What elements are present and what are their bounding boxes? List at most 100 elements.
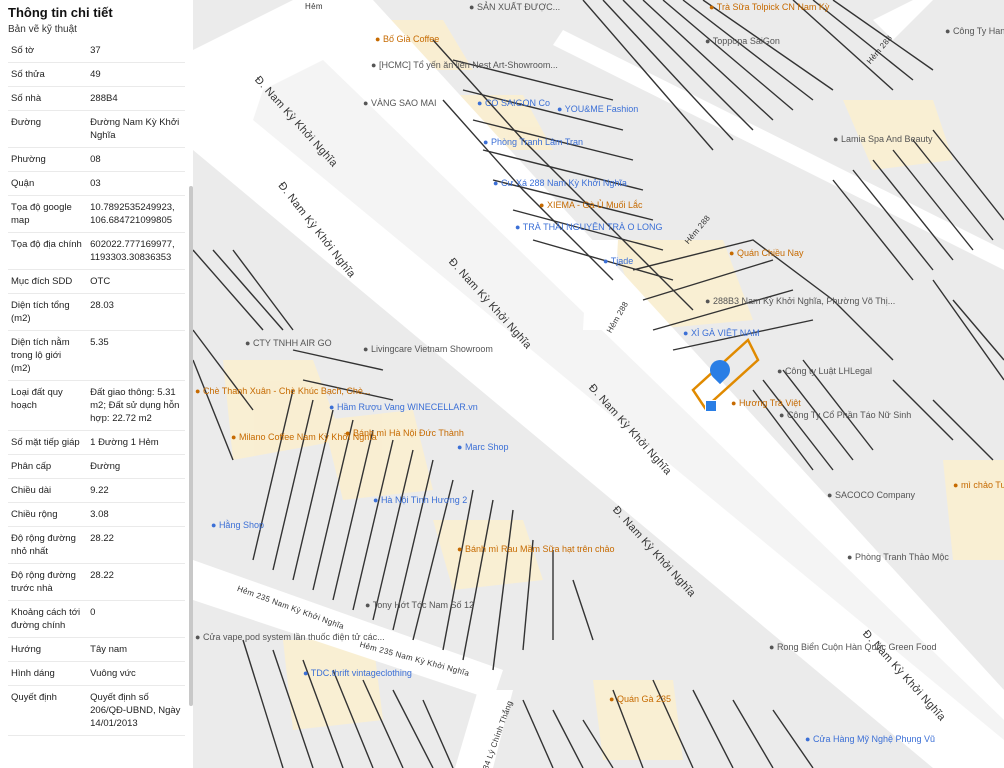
detail-row: Chiều dài 9.22 — [8, 479, 185, 503]
poi-pin-icon: ● — [827, 490, 835, 500]
poi-pin-icon: ● — [557, 104, 565, 114]
detail-key: Số thửa — [11, 69, 45, 80]
poi-marker[interactable]: ● CO SAIGON Co — [477, 98, 550, 108]
poi-label: Công ty Luật LHLegal — [784, 366, 872, 376]
poi-marker[interactable]: ● Công Ty Cổ Phần Táo Nữ Sinh — [779, 410, 911, 420]
poi-marker[interactable]: ● Bố Già Coffee — [375, 34, 439, 44]
poi-label: Quán Chiều Nay — [736, 248, 804, 258]
panel-scrollbar[interactable] — [189, 186, 193, 706]
detail-value: Tây nam — [90, 644, 128, 655]
detail-value: OTC — [90, 276, 111, 287]
poi-label: mì chảo Tubes — [960, 480, 1004, 490]
poi-pin-icon: ● — [847, 552, 855, 562]
poi-marker[interactable]: ● Công ty Luật LHLegal — [777, 366, 872, 376]
poi-pin-icon: ● — [769, 642, 777, 652]
poi-pin-icon: ● — [231, 432, 239, 442]
poi-marker[interactable]: ● Lamia Spa And Beauty — [833, 134, 933, 144]
poi-marker[interactable]: ● Hà Nội Tình Hương 2 — [373, 495, 467, 505]
poi-marker[interactable]: ● Hầm Rượu Vang WINECELLAR.vn — [329, 402, 478, 412]
detail-row: Độ rộng đường trước nhà 28.22 — [8, 564, 185, 601]
poi-label: CTY TNHH AIR GO — [252, 338, 332, 348]
poi-label: Hương Trà Việt — [738, 398, 801, 408]
poi-marker[interactable]: ● Tjade — [603, 256, 633, 266]
detail-row: Hướng Tây nam — [8, 638, 185, 662]
poi-marker[interactable]: ● Cửa Hàng Mỹ Nghệ Phụng Vũ — [805, 734, 935, 744]
detail-key: Phân cấp — [11, 461, 52, 472]
poi-pin-icon: ● — [609, 694, 617, 704]
poi-marker[interactable]: ● Quán Gà 235 — [609, 694, 671, 704]
poi-pin-icon: ● — [729, 248, 737, 258]
detail-key: Diện tích nằm trong lộ giới (m2) — [11, 337, 70, 374]
map-view[interactable]: Đ. Nam Kỳ Khởi Nghĩa Đ. Nam Kỳ Khởi Nghĩ… — [193, 0, 1004, 768]
poi-pin-icon: ● — [469, 2, 477, 12]
detail-row: Mục đích SDD OTC — [8, 270, 185, 294]
poi-pin-icon: ● — [363, 344, 371, 354]
detail-value: Đường — [90, 461, 121, 472]
poi-marker[interactable]: ● 288B3 Nam Kỳ Khởi Nghĩa, Phường Võ Thị… — [705, 296, 895, 306]
poi-marker[interactable]: ● Quán Chiều Nay — [729, 248, 803, 258]
poi-label: Quán Gà 235 — [616, 694, 671, 704]
poi-label: SACOCO Company — [834, 490, 915, 500]
detail-key: Độ rộng đường trước nhà — [11, 570, 76, 594]
poi-marker[interactable]: ● Toppopa SaiGon — [705, 36, 780, 46]
poi-marker[interactable]: ● Công Ty Hans World Sys — [945, 26, 1004, 36]
poi-marker[interactable]: ● Phòng Tranh Lâm Tran — [483, 137, 583, 147]
poi-marker[interactable]: ● Trà Sữa Tolpick CN Nam Kỳ — [709, 2, 829, 12]
detail-value: 288B4 — [90, 93, 118, 104]
detail-value: Đường Nam Kỳ Khởi Nghĩa — [90, 117, 180, 141]
detail-row: Diện tích nằm trong lộ giới (m2) 5.35 — [8, 331, 185, 381]
poi-label: Hằng Shop — [218, 520, 264, 530]
poi-label: Cửa vape pod system lần thuốc điện tử cá… — [202, 632, 385, 642]
poi-label: Rong Biển Cuộn Hàn Quốc Green Food — [776, 642, 937, 652]
poi-label: Cửa Hàng Mỹ Nghệ Phụng Vũ — [812, 734, 936, 744]
panel-title: Thông tin chi tiết — [8, 5, 113, 20]
poi-marker[interactable]: ● VÀNG SAO MAI — [363, 98, 436, 108]
poi-marker[interactable]: ● Bánh mì Rau Mầm Sữa hạt trên chảo — [457, 544, 615, 554]
poi-label: SẢN XUẤT ĐƯỢC... — [476, 2, 561, 12]
detail-row: Chiều rộng 3.08 — [8, 503, 185, 527]
detail-value: 0 — [90, 607, 96, 618]
poi-marker[interactable]: ● Milano Coffee Nam Kỳ Khởi Nghĩa — [231, 432, 377, 442]
poi-marker[interactable]: ● Chè Thanh Xuân - Chè Khúc Bạch, Chè... — [195, 386, 370, 396]
poi-marker[interactable]: ● XIEMA - Gà Ủ Muối Lắc — [539, 200, 642, 210]
detail-row: Quyết định Quyết định số 206/QĐ-UBND, Ngà… — [8, 686, 185, 736]
poi-label: Lamia Spa And Beauty — [840, 134, 933, 144]
poi-pin-icon: ● — [709, 2, 717, 12]
detail-key: Chiều dài — [11, 485, 52, 496]
poi-marker[interactable]: ● Tony Hớt Tóc Nam Số 12 — [365, 600, 474, 610]
parcel-badge-icon — [705, 400, 717, 412]
poi-marker[interactable]: ● TRÀ THÁI NGUYÊN TRÀ O LONG — [515, 222, 662, 232]
poi-marker[interactable]: ● Marc Shop — [457, 442, 508, 452]
poi-pin-icon: ● — [211, 520, 219, 530]
poi-marker[interactable]: ● Phòng Tranh Thảo Mộc — [847, 552, 949, 562]
poi-marker[interactable]: ● Cửa vape pod system lần thuốc điện tử … — [195, 632, 385, 642]
detail-row: Quận 03 — [8, 172, 185, 196]
poi-marker[interactable]: ● Hương Trà Việt — [731, 398, 801, 408]
detail-key: Số tờ — [11, 45, 35, 56]
poi-marker[interactable]: ● SACOCO Company — [827, 490, 915, 500]
poi-pin-icon: ● — [477, 98, 485, 108]
poi-marker[interactable]: ● Rong Biển Cuộn Hàn Quốc Green Food — [769, 642, 937, 652]
detail-value: 602022.777169977, 1193303.30836353 — [90, 239, 175, 263]
poi-pin-icon: ● — [705, 36, 713, 46]
poi-pin-icon: ● — [195, 632, 203, 642]
poi-marker[interactable]: ● CTY TNHH AIR GO — [245, 338, 332, 348]
poi-pin-icon: ● — [493, 178, 501, 188]
poi-label: XÌ GÀ VIỆT NAM — [690, 328, 760, 338]
poi-marker[interactable]: ● XÌ GÀ VIỆT NAM — [683, 328, 760, 338]
detail-row: Khoảng cách tới đường chính 0 — [8, 601, 185, 638]
poi-label: Phòng Tranh Lâm Tran — [490, 137, 583, 147]
poi-marker[interactable]: ● [HCMC] Tổ yến ăn liền Nest Art-Showroo… — [371, 60, 558, 70]
poi-marker[interactable]: ● SẢN XUẤT ĐƯỢC... — [469, 2, 560, 12]
poi-marker[interactable]: ● Hằng Shop — [211, 520, 264, 530]
panel-subtitle: Bản vẽ kỹ thuật — [8, 24, 77, 35]
poi-marker[interactable]: ● TDC.thrift vintageclothing — [303, 668, 412, 678]
poi-label: Chè Thanh Xuân - Chè Khúc Bạch, Chè... — [202, 386, 371, 396]
detail-row: Diện tích tổng (m2) 28.03 — [8, 294, 185, 331]
poi-label: Công Ty Cổ Phần Táo Nữ Sinh — [786, 410, 912, 420]
poi-marker[interactable]: ● mì chảo Tubes — [953, 480, 1004, 490]
poi-marker[interactable]: ● Livingcare Vietnam Showroom — [363, 344, 493, 354]
poi-marker[interactable]: ● Cư Xá 288 Nam Kỳ Khởi Nghĩa — [493, 178, 627, 188]
poi-marker[interactable]: ● YOU&ME Fashion — [557, 104, 638, 114]
detail-value: 49 — [90, 69, 101, 80]
